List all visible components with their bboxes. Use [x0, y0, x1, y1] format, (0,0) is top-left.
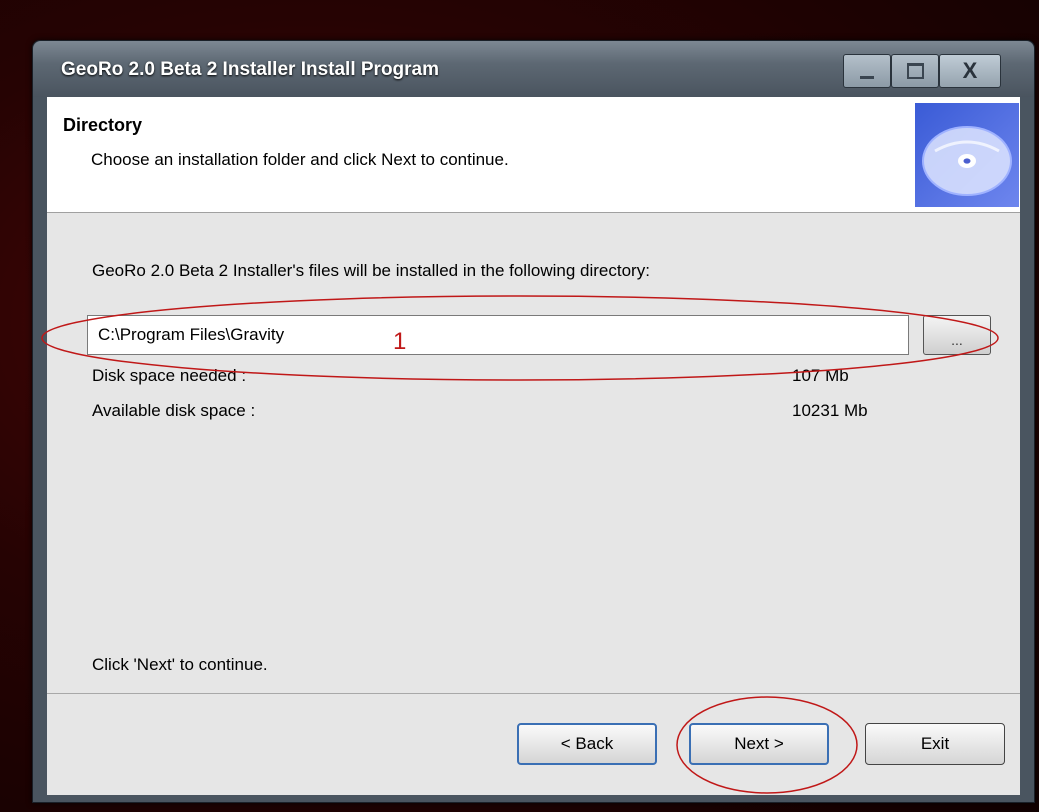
wizard-header: Directory Choose an installation folder …	[47, 97, 1020, 213]
minimize-icon	[860, 75, 874, 79]
footer-hint: Click 'Next' to continue.	[92, 655, 268, 674]
install-path-input[interactable]	[87, 315, 909, 355]
close-button[interactable]: X	[939, 54, 1001, 88]
window-title: GeoRo 2.0 Beta 2 Installer Install Progr…	[61, 59, 440, 80]
page-subtitle: Choose an installation folder and click …	[91, 150, 509, 169]
maximize-icon	[906, 63, 924, 79]
minimize-button[interactable]	[843, 54, 891, 88]
installer-window: GeoRo 2.0 Beta 2 Installer Install Progr…	[32, 40, 1035, 803]
next-button[interactable]: Next >	[689, 723, 829, 765]
disk-needed-label: Disk space needed :	[92, 366, 247, 385]
back-button[interactable]: < Back	[517, 723, 657, 765]
maximize-button[interactable]	[891, 54, 939, 88]
browse-button[interactable]: ...	[923, 315, 991, 355]
disk-needed-value: 107 Mb	[792, 366, 849, 385]
page-title: Directory	[63, 115, 143, 135]
wizard-body: GeoRo 2.0 Beta 2 Installer's files will …	[47, 213, 1020, 795]
install-directory-intro: GeoRo 2.0 Beta 2 Installer's files will …	[92, 261, 650, 280]
exit-button[interactable]: Exit	[865, 723, 1005, 765]
title-bar[interactable]: GeoRo 2.0 Beta 2 Installer Install Progr…	[33, 41, 1034, 97]
disk-available-value: 10231 Mb	[792, 401, 868, 420]
close-icon: X	[962, 58, 978, 83]
footer-divider	[47, 693, 1020, 694]
cd-disc-icon	[915, 103, 1019, 207]
disk-available-label: Available disk space :	[92, 401, 256, 420]
